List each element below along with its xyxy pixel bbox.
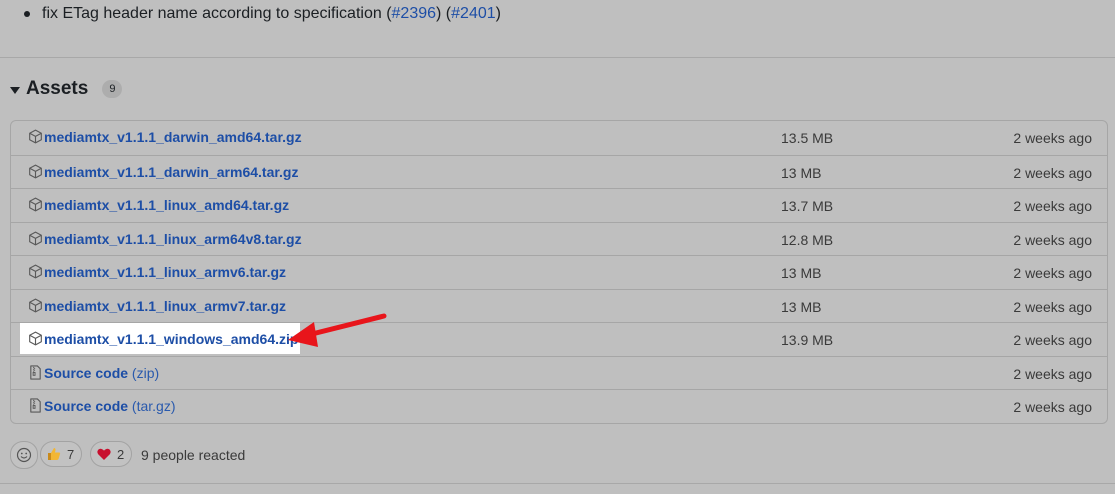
asset-row: mediamtx_v1.1.1_linux_armv6.tar.gz 13 MB 2… [11, 255, 1107, 289]
asset-size: 13 MB [781, 165, 822, 181]
asset-size: 13.7 MB [781, 198, 834, 214]
asset-download-link[interactable]: mediamtx_v1.1.1_linux_arm64v8.tar.gz [44, 231, 302, 247]
assets-toggle[interactable]: Assets 9 [10, 78, 123, 100]
release-note-text: fix ETag header name according to specif… [42, 5, 382, 22]
smiley-icon [16, 447, 32, 463]
asset-format: (tar.gz) [131, 398, 176, 414]
asset-date: 2 weeks ago [1013, 332, 1092, 348]
asset-name: mediamtx_v1.1.1_windows_amd64.zip [44, 331, 299, 347]
asset-row: mediamtx_v1.1.1_linux_armv7.tar.gz 13 MB 2… [11, 289, 1107, 323]
asset-download-link[interactable]: mediamtx_v1.1.1_darwin_arm64.tar.gz [44, 164, 298, 180]
asset-date: 2 weeks ago [1013, 198, 1092, 214]
heart-icon [97, 448, 111, 460]
asset-date: 2 weeks ago [1013, 299, 1092, 315]
asset-date: 2 weeks ago [1013, 130, 1092, 146]
asset-date: 2 weeks ago [1013, 399, 1092, 415]
thumbs-up-count: 7 [67, 446, 75, 462]
asset-name: Source code [44, 365, 129, 381]
asset-row: mediamtx_v1.1.1_linux_arm64v8.tar.gz 12.8… [11, 222, 1107, 256]
thumbs-up-icon [48, 448, 61, 460]
package-icon [28, 331, 43, 346]
asset-download-link[interactable]: Source code (zip) [44, 365, 159, 381]
asset-download-link[interactable]: mediamtx_v1.1.1_linux_armv7.tar.gz [44, 298, 286, 314]
asset-row: mediamtx_v1.1.1_darwin_amd64.tar.gz 13.5 … [11, 121, 1107, 154]
package-icon [28, 129, 43, 144]
asset-download-link[interactable]: mediamtx_v1.1.1_darwin_amd64.tar.gz [44, 129, 302, 145]
asset-row: Source code (zip) 2 weeks ago [11, 356, 1107, 390]
reactions-summary: 9 people reacted [141, 447, 246, 463]
asset-download-link[interactable]: Source code (tar.gz) [44, 398, 176, 414]
asset-size: 13 MB [781, 265, 822, 281]
asset-download-link[interactable]: mediamtx_v1.1.1_linux_armv6.tar.gz [44, 264, 286, 280]
package-icon [28, 298, 43, 313]
package-icon [28, 264, 43, 279]
asset-size: 13 MB [781, 299, 822, 315]
asset-name: mediamtx_v1.1.1_darwin_amd64.tar.gz [44, 129, 302, 145]
asset-row: mediamtx_v1.1.1_windows_amd64.zip 13.9 MB… [11, 322, 1107, 356]
asset-size: 12.8 MB [781, 232, 834, 248]
asset-row: mediamtx_v1.1.1_darwin_arm64.tar.gz 13 MB… [11, 155, 1107, 189]
package-icon [28, 164, 43, 179]
asset-name: mediamtx_v1.1.1_linux_amd64.tar.gz [44, 197, 290, 213]
asset-date: 2 weeks ago [1013, 366, 1092, 382]
release-note-item: fix ETag header name according to specif… [24, 5, 501, 23]
divider-bottom [0, 483, 1115, 484]
asset-name: mediamtx_v1.1.1_linux_armv7.tar.gz [44, 298, 287, 314]
caret-down-icon [10, 86, 20, 94]
asset-date: 2 weeks ago [1013, 165, 1092, 181]
heart-reaction[interactable]: 2 [90, 441, 132, 467]
file-zip-icon [28, 398, 43, 413]
asset-date: 2 weeks ago [1013, 265, 1092, 281]
asset-name: mediamtx_v1.1.1_linux_armv6.tar.gz [44, 264, 287, 280]
package-icon [28, 231, 43, 246]
add-reaction-button[interactable] [10, 441, 38, 469]
asset-download-link[interactable]: mediamtx_v1.1.1_linux_amd64.tar.gz [44, 197, 289, 213]
thumbs-up-reaction[interactable]: 7 [40, 441, 82, 467]
asset-name: Source code [44, 398, 129, 414]
asset-row: mediamtx_v1.1.1_linux_amd64.tar.gz 13.7 M… [11, 188, 1107, 222]
assets-count-badge: 9 [102, 80, 123, 98]
package-icon [28, 197, 43, 212]
asset-download-link[interactable]: mediamtx_v1.1.1_windows_amd64.zip [44, 331, 298, 347]
issue-link-2401[interactable]: #2401 [451, 5, 496, 23]
assets-list: mediamtx_v1.1.1_darwin_amd64.tar.gz 13.5 … [10, 120, 1108, 424]
asset-size: 13.5 MB [781, 130, 834, 146]
asset-date: 2 weeks ago [1013, 232, 1092, 248]
bullet-icon [24, 11, 30, 17]
asset-row: Source code (tar.gz) 2 weeks ago [11, 389, 1107, 423]
divider [0, 57, 1115, 58]
asset-size: 13.9 MB [781, 332, 834, 348]
file-zip-icon [28, 365, 43, 380]
issue-link-2396[interactable]: #2396 [392, 5, 437, 23]
asset-name: mediamtx_v1.1.1_darwin_arm64.tar.gz [44, 164, 299, 180]
assets-title: Assets [26, 78, 89, 99]
heart-count: 2 [117, 446, 125, 462]
asset-name: mediamtx_v1.1.1_linux_arm64v8.tar.gz [44, 231, 302, 247]
asset-format: (zip) [131, 365, 160, 381]
